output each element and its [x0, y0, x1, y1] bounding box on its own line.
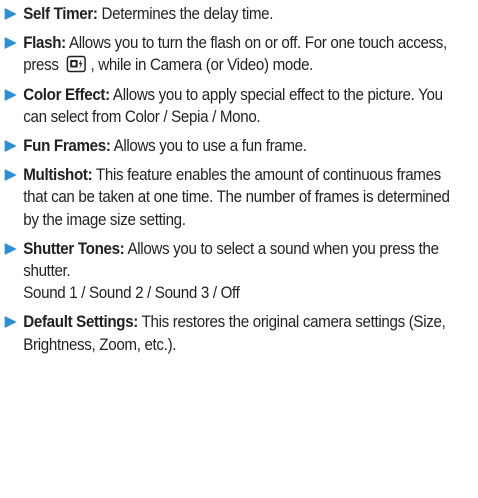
- item-term: Multishot:: [23, 166, 93, 185]
- list-item-multishot: Multishot: This feature enables the amou…: [0, 164, 466, 231]
- bullet-arrow-icon: [4, 140, 17, 153]
- item-term: Color Effect:: [23, 85, 110, 104]
- list-item-shutter-tones: Shutter Tones: Allows you to select a so…: [0, 238, 466, 305]
- item-term: Self Timer:: [23, 5, 98, 23]
- item-term: Shutter Tones:: [23, 239, 125, 258]
- bullet-arrow-icon: [4, 169, 17, 182]
- bullet-arrow-icon: [4, 242, 17, 255]
- list-item-color-effect: Color Effect: Allows you to apply specia…: [0, 84, 466, 128]
- flash-key-icon: [66, 55, 87, 73]
- camera-settings-list: Self Timer: Determines the delay time. F…: [0, 3, 478, 356]
- item-term: Default Settings:: [23, 313, 139, 332]
- item-term: Flash:: [23, 34, 66, 53]
- item-term: Fun Frames:: [23, 137, 111, 156]
- list-item-self-timer: Self Timer: Determines the delay time.: [0, 3, 466, 25]
- bullet-arrow-icon: [4, 88, 17, 101]
- list-item-default-settings: Default Settings: This restores the orig…: [0, 311, 466, 355]
- item-description: , while in Camera (or Video) mode.: [90, 56, 314, 75]
- item-description: Determines the delay time.: [97, 5, 274, 23]
- list-item-fun-frames: Fun Frames: Allows you to use a fun fram…: [0, 135, 466, 157]
- bullet-arrow-icon: [4, 8, 17, 20]
- bullet-arrow-icon: [4, 316, 17, 329]
- item-options: Sound 1 / Sound 2 / Sound 3 / Off: [23, 284, 240, 303]
- bullet-arrow-icon: [4, 37, 17, 50]
- list-item-flash: Flash: Allows you to turn the flash on o…: [0, 32, 466, 76]
- item-description: Allows you to use a fun frame.: [110, 137, 307, 156]
